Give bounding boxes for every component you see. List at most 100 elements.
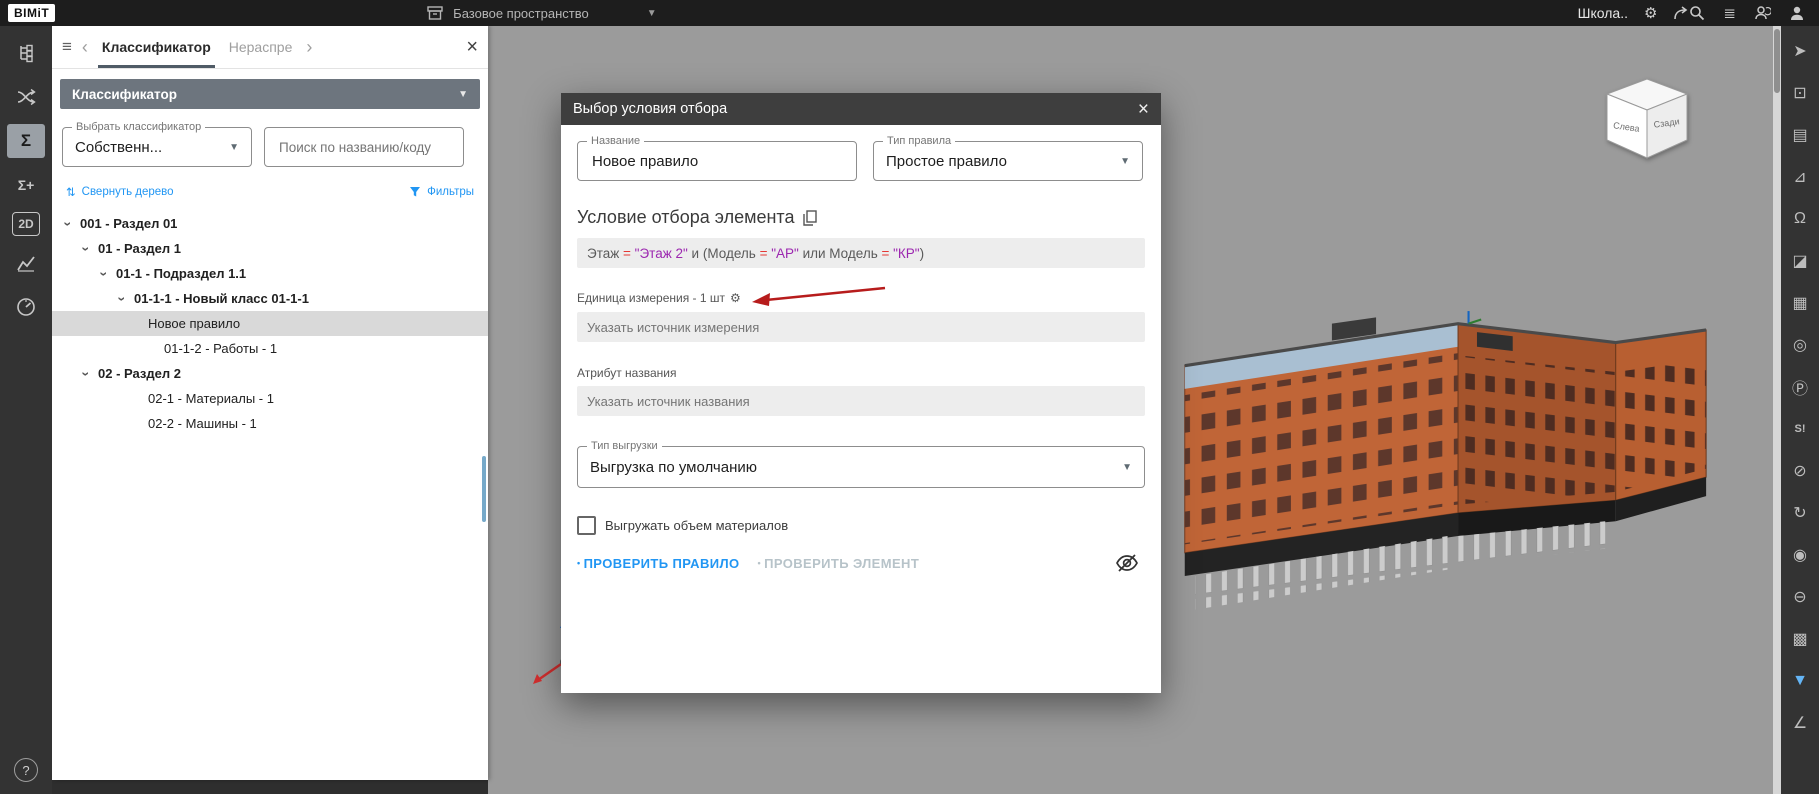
panel-scrollbar-thumb[interactable]: [482, 456, 486, 522]
chevron-expand-icon[interactable]: ›: [79, 367, 95, 380]
tab-classifier[interactable]: Классификатор: [98, 26, 215, 68]
classifier-select[interactable]: Выбрать классификатор Собственн... ▼: [62, 127, 252, 167]
condition-section-title: Условие отбора элемента: [577, 207, 1145, 228]
menu-list-icon[interactable]: ≣: [1723, 4, 1736, 22]
box-select-icon[interactable]: ⊡: [1785, 74, 1815, 112]
tree-item[interactable]: 02-1 - Материалы - 1: [52, 386, 488, 411]
project-group: Школа.. ⚙: [1578, 4, 1690, 22]
classifier-section-dropdown[interactable]: Классификатор ▼: [60, 79, 480, 109]
search-icon[interactable]: [1689, 5, 1705, 21]
rule-name-label: Название: [587, 135, 644, 147]
tree-item-label: 02 - Раздел 2: [98, 366, 181, 381]
avatar-icon[interactable]: [1789, 5, 1805, 21]
clip-plane-icon[interactable]: ⊘: [1785, 452, 1815, 490]
collapse-arrows-icon: ⇅: [66, 185, 76, 199]
show-elements-icon[interactable]: ◉: [1785, 536, 1815, 574]
condition-expression[interactable]: Этаж = "Этаж 2" и (Модель = "АР" или Мод…: [577, 238, 1145, 268]
export-type-select[interactable]: Тип выгрузки Выгрузка по умолчанию ▼: [577, 446, 1145, 488]
relations-icon[interactable]: [7, 80, 45, 114]
layers-icon[interactable]: ▤: [1785, 116, 1815, 154]
classifier-controls-row: Выбрать классификатор Собственн... ▼: [62, 127, 478, 167]
grid-icon[interactable]: ▦: [1785, 284, 1815, 322]
dialog-buttons-row: ПРОВЕРИТЬ ПРАВИЛО ПРОВЕРИТЬ ЭЛЕМЕНТ: [577, 553, 1145, 573]
classifier-panel: ≡ ‹ Классификатор Нераспре › × Классифик…: [52, 26, 488, 780]
section-plane-icon[interactable]: ◪: [1785, 242, 1815, 280]
condition-field: Модель: [707, 246, 759, 261]
tree-item-label: 01-1 - Подраздел 1.1: [116, 266, 246, 281]
unit-source-placeholder[interactable]: Указать источник измерения: [577, 312, 1145, 342]
tree-item[interactable]: › 01 - Раздел 1: [52, 236, 488, 261]
measure-icon[interactable]: ⊿: [1785, 158, 1815, 196]
left-toolbar: Σ Σ+ 2D ?: [0, 26, 52, 794]
hide-elements-icon[interactable]: ⊖: [1785, 578, 1815, 616]
share-icon[interactable]: [1673, 6, 1689, 20]
chevron-expand-icon[interactable]: ›: [97, 267, 113, 280]
orbit-icon[interactable]: ↻: [1785, 494, 1815, 532]
parameters-icon[interactable]: Ⓟ: [1785, 368, 1815, 406]
classifier-tree-icon[interactable]: [7, 36, 45, 70]
focus-target-icon[interactable]: ◎: [1785, 326, 1815, 364]
classifier-select-label: Выбрать классификатор: [72, 121, 205, 133]
condition-value: "АР": [771, 246, 802, 261]
workspace-selector[interactable]: Базовое пространство ▼: [427, 6, 656, 21]
viewport-scrollbar[interactable]: [1773, 26, 1781, 794]
chevron-expand-icon[interactable]: ›: [61, 217, 77, 230]
materials-volume-row: Выгружать объем материалов: [577, 516, 1145, 535]
name-source-placeholder[interactable]: Указать источник названия: [577, 386, 1145, 416]
isolate-icon[interactable]: ▩: [1785, 620, 1815, 658]
navigation-cube[interactable]: Слева Сзади: [1599, 74, 1695, 166]
panel-menu-icon[interactable]: ≡: [62, 37, 72, 57]
filter-funnel-icon: [409, 186, 421, 198]
chevron-down-icon[interactable]: ▼: [647, 8, 657, 19]
tree-item[interactable]: › 001 - Раздел 01: [52, 211, 488, 236]
tree-item[interactable]: › 01-1-1 - Новый класс 01-1-1: [52, 286, 488, 311]
chevron-expand-icon[interactable]: ›: [115, 292, 131, 305]
account-sync-icon[interactable]: [1754, 5, 1771, 21]
angle-icon[interactable]: ∠: [1785, 704, 1815, 742]
project-title: Школа..: [1578, 5, 1628, 21]
tabs-scroll-right-icon[interactable]: ›: [306, 38, 312, 56]
help-icon[interactable]: ?: [14, 758, 38, 782]
classifier-select-value: Собственн...: [75, 139, 162, 156]
sigma-rules-icon[interactable]: Σ: [7, 124, 45, 158]
materials-volume-checkbox[interactable]: [577, 516, 596, 535]
tree-item[interactable]: › 02 - Раздел 2: [52, 361, 488, 386]
collapse-tree-link[interactable]: Свернуть дерево: [82, 186, 174, 198]
unit-settings-gear-icon[interactable]: ⚙: [730, 291, 741, 305]
copy-icon[interactable]: [803, 210, 817, 226]
topbar-right-icons: ≣: [1689, 4, 1805, 22]
tabs-scroll-left-icon[interactable]: ‹: [82, 38, 88, 56]
tree-item[interactable]: › 01-1 - Подраздел 1.1: [52, 261, 488, 286]
eye-off-icon[interactable]: [1115, 553, 1139, 573]
tree-item[interactable]: 02-2 - Машины - 1: [52, 411, 488, 436]
viewport-scrollbar-thumb[interactable]: [1774, 29, 1780, 93]
s-warning-icon[interactable]: S!: [1785, 410, 1815, 448]
gauge-icon[interactable]: [7, 290, 45, 324]
filters-link[interactable]: Фильтры: [427, 186, 474, 198]
search-input[interactable]: [277, 139, 451, 156]
top-bar: BIMiT Базовое пространство ▼ Школа.. ⚙ ≣: [0, 0, 1819, 26]
panel-close-icon[interactable]: ×: [466, 37, 478, 57]
chart-icon[interactable]: [7, 246, 45, 280]
tree-item[interactable]: 01-1-2 - Работы - 1: [52, 336, 488, 361]
2d-view-icon[interactable]: 2D: [12, 212, 40, 236]
dialog-close-icon[interactable]: ×: [1138, 100, 1149, 119]
check-element-button[interactable]: ПРОВЕРИТЬ ЭЛЕМЕНТ: [758, 556, 920, 571]
project-settings-gear-icon[interactable]: ⚙: [1644, 4, 1657, 22]
sigma-add-icon[interactable]: Σ+: [7, 168, 45, 202]
tree-item-selected-rule[interactable]: Новое правило: [52, 311, 488, 336]
filter-icon[interactable]: ▼: [1785, 662, 1815, 700]
condition-logic: или: [803, 246, 830, 261]
magnet-icon[interactable]: Ω: [1785, 200, 1815, 238]
rule-type-select[interactable]: Тип правила Простое правило ▼: [873, 141, 1143, 181]
chevron-expand-icon[interactable]: ›: [79, 242, 95, 255]
dialog-header: Выбор условия отбора ×: [561, 93, 1161, 125]
select-cursor-icon[interactable]: ➤: [1785, 32, 1815, 70]
rule-type-value: Простое правило: [886, 153, 1007, 170]
condition-value: "КР": [893, 246, 919, 261]
rule-name-input[interactable]: [590, 152, 844, 171]
unit-label: Единица измерения - 1 шт: [577, 291, 725, 305]
building-model[interactable]: [1121, 166, 1711, 618]
tab-unassigned[interactable]: Нераспре: [225, 26, 297, 68]
check-rule-button[interactable]: ПРОВЕРИТЬ ПРАВИЛО: [577, 556, 740, 571]
